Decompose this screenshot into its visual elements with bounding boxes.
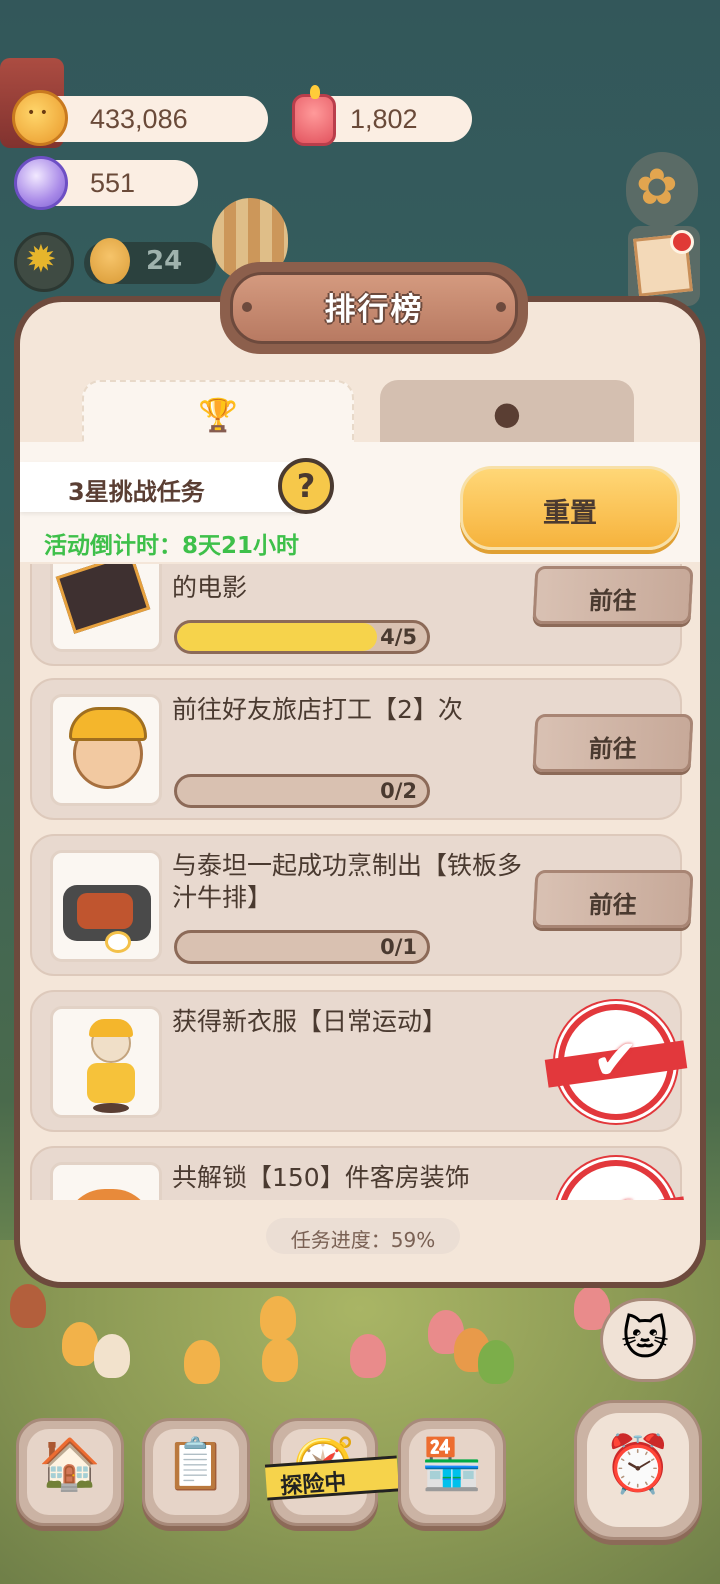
outfit-stand (93, 1103, 129, 1113)
steak-icon (77, 893, 133, 929)
overall-progress-pill: 任务进度：59% (266, 1218, 460, 1254)
gingerbread-counter[interactable]: 24 (84, 238, 216, 284)
panel-title: 排行榜 (324, 292, 424, 328)
calendar-icon: 📋 (164, 1435, 228, 1493)
go-button-label: 前往 (587, 891, 638, 919)
trophy-icon: 🏆 (198, 396, 238, 434)
task-title: 的电影 (172, 573, 248, 602)
task-thumbnail (50, 564, 162, 652)
leaderboard-panel: 🏆 ● 3星挑战任务 ? 活动倒计时：8天21小时 重置 的电影 4/5 前往 … (14, 262, 706, 1288)
help-icon[interactable]: ? (278, 458, 334, 514)
candy-gem-icon (14, 156, 68, 210)
critter (62, 1322, 98, 1366)
notification-dot (670, 230, 694, 254)
task-title: 与泰坦一起成功烹制出【铁板多汁牛排】 (172, 851, 523, 912)
nav-calendar-button[interactable]: 📋 (142, 1418, 250, 1526)
pet-bubble-button[interactable]: 🐱 (600, 1298, 696, 1382)
completed-stamp-icon: ✔ (558, 1004, 674, 1120)
completed-stamp-icon: ✔ (558, 1160, 674, 1200)
task-progress-bar: 0/2 (174, 774, 430, 808)
task-progress-bar: 0/1 (174, 930, 430, 964)
critter (94, 1334, 130, 1378)
settings-button[interactable]: ✿ (626, 152, 698, 228)
overall-progress-text: 任务进度：59% (290, 1228, 436, 1252)
task-progress-text: 0/1 (380, 935, 417, 959)
gingerbread-count: 24 (146, 246, 183, 276)
task-progress-text: 0/2 (380, 779, 417, 803)
task-thumbnail (50, 694, 162, 806)
clapperboard-icon (55, 564, 151, 634)
task-title: 前往好友旅店打工【2】次 (172, 695, 463, 724)
reset-button-label: 重置 (543, 498, 597, 529)
task-progress-bar: 4/5 (174, 620, 430, 654)
tab-trophy[interactable]: 🏆 (82, 380, 354, 442)
egg-icon (105, 931, 131, 953)
critter (350, 1334, 386, 1378)
nav-shop-button[interactable]: 🏪 (398, 1418, 506, 1526)
task-title: 共解锁【150】件客房装饰 (172, 1163, 470, 1192)
decoration-icon (65, 1189, 153, 1200)
gear-icon: ✿ (636, 158, 678, 216)
critter (262, 1338, 298, 1382)
challenge-label: 3星挑战任务 (68, 478, 205, 506)
nav-alarm-button[interactable]: ⏰ (574, 1400, 702, 1540)
task-list[interactable]: 的电影 4/5 前往 前往好友旅店打工【2】次 0/2 前往 与泰坦一起成功烹制… (20, 564, 700, 1200)
critter (184, 1340, 220, 1384)
go-button[interactable]: 前往 (532, 714, 694, 772)
cap-icon (89, 1019, 133, 1037)
critter (260, 1296, 296, 1340)
candle-icon (292, 85, 336, 146)
task-progress-fill (177, 623, 377, 651)
shop-icon: 🏪 (420, 1435, 484, 1493)
gingerbread-icon (90, 238, 130, 284)
go-button-label: 前往 (587, 735, 638, 763)
go-button[interactable]: 前往 (532, 566, 694, 624)
tab-cookie[interactable]: ● (380, 380, 634, 442)
nav-house-button[interactable]: 🏠 (16, 1418, 124, 1526)
leaderboard-panel-inner: 🏆 ● 3星挑战任务 ? 活动倒计时：8天21小时 重置 的电影 4/5 前往 … (20, 302, 700, 1282)
task-card-movie: 的电影 4/5 前往 (30, 564, 694, 666)
task-title: 获得新衣服【日常运动】 (172, 1007, 448, 1036)
task-thumbnail (50, 1006, 162, 1118)
task-board-button[interactable] (628, 226, 700, 306)
reset-button[interactable]: 重置 (460, 466, 680, 550)
critter (10, 1284, 46, 1328)
task-progress-text: 4/5 (380, 625, 417, 649)
alarm-icon: ⏰ (603, 1432, 673, 1497)
task-thumbnail (50, 1162, 162, 1200)
cat-icon: 🐱 (621, 1311, 669, 1365)
title-plate: 排行榜 (220, 262, 528, 354)
go-button-label: 前往 (587, 587, 638, 615)
task-card-decor: 共解锁【150】件客房装饰 ✔ (30, 1146, 682, 1200)
candle-value: 1,802 (350, 104, 418, 134)
adventure-status-label: 探险中 (279, 1470, 348, 1500)
go-button[interactable]: 前往 (532, 870, 694, 928)
task-card-hotel-work: 前往好友旅店打工【2】次 0/2 前往 (30, 678, 694, 820)
task-thumbnail (50, 850, 162, 962)
cookie-icon: ● (493, 394, 521, 432)
task-card-steak: 与泰坦一起成功烹制出【铁板多汁牛排】 0/1 前往 (30, 834, 694, 976)
critter (478, 1340, 514, 1384)
event-countdown: 活动倒计时：8天21小时 (44, 533, 300, 559)
house-icon: 🏠 (38, 1435, 102, 1493)
task-card-outfit: 获得新衣服【日常运动】 ✔ (30, 990, 682, 1132)
cookie-coin-icon (12, 90, 68, 146)
gem-value: 551 (90, 168, 136, 198)
outfit-body (87, 1063, 135, 1103)
sun-button[interactable] (14, 232, 74, 292)
coin-value: 433,086 (90, 104, 188, 134)
hard-hat-icon (69, 707, 147, 741)
challenge-label-bar: 3星挑战任务 (20, 462, 320, 512)
